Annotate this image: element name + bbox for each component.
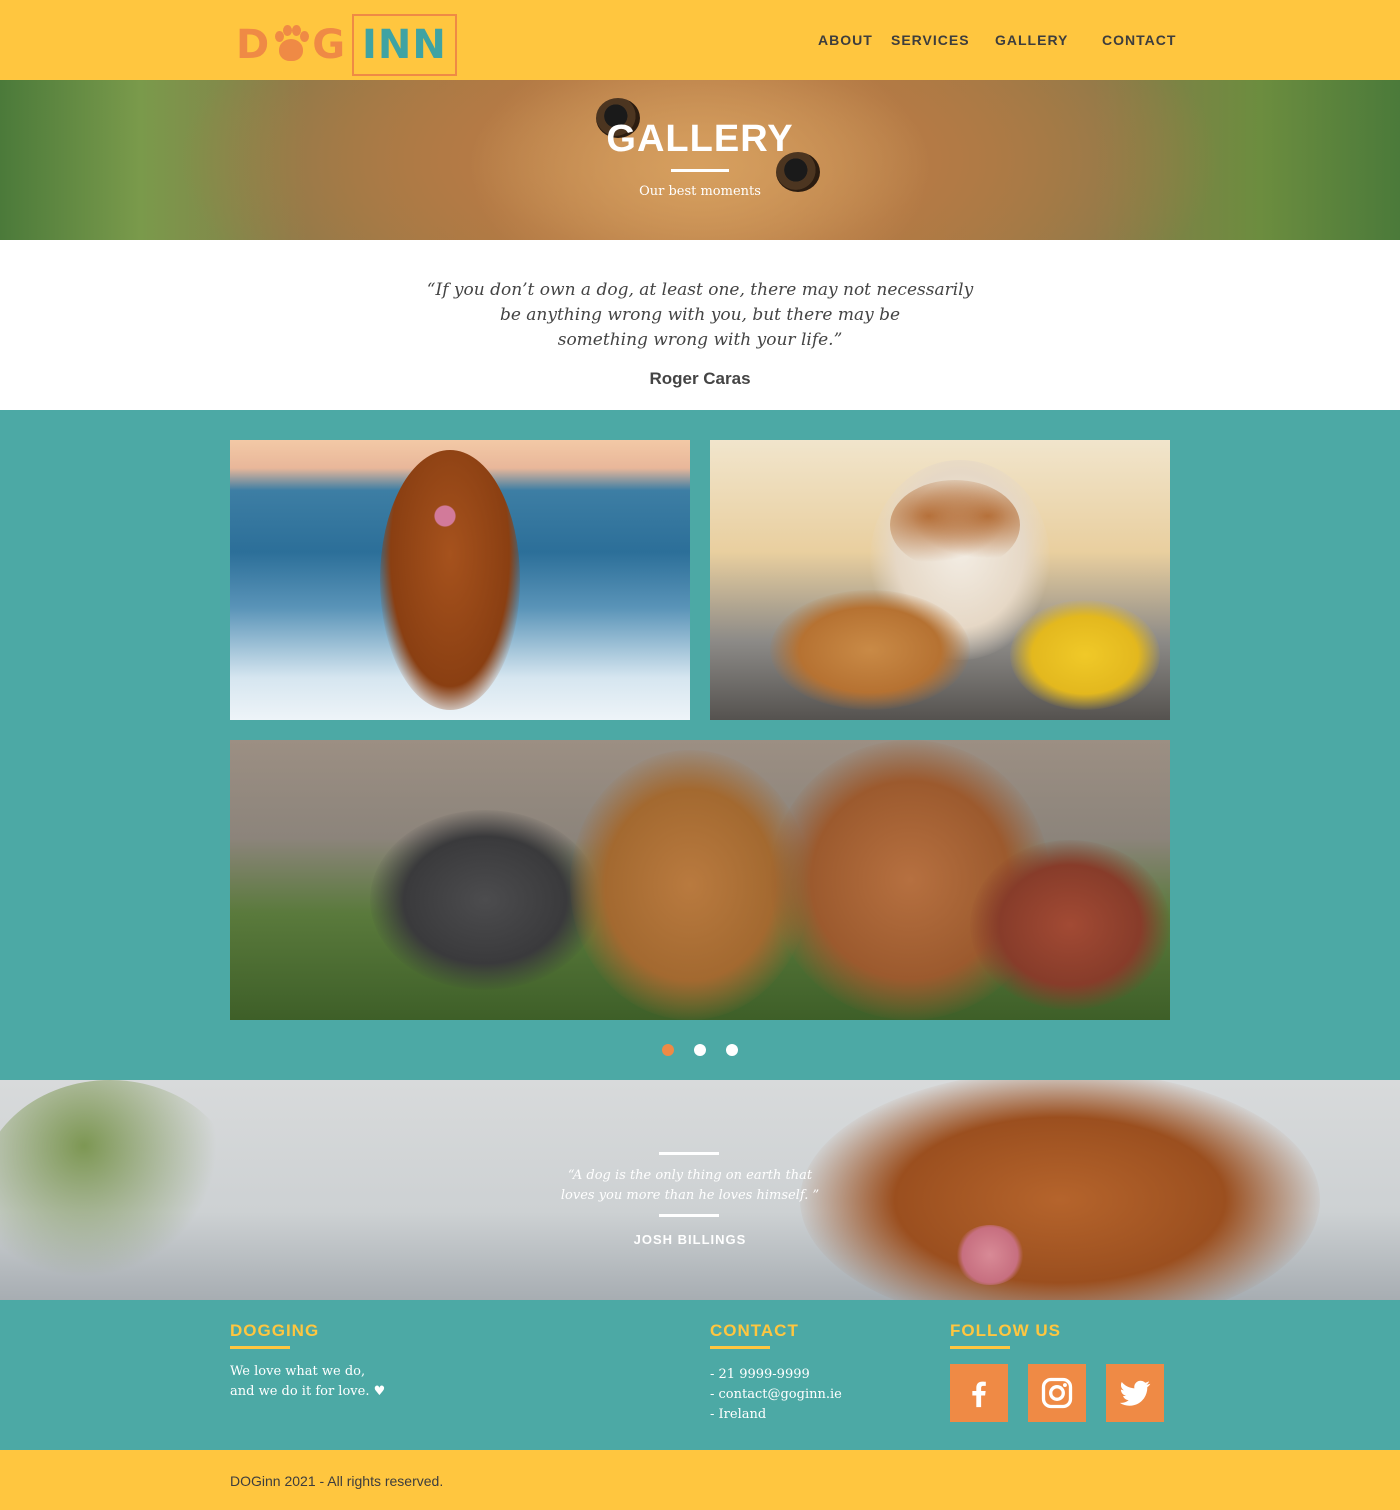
carousel-dots xyxy=(0,1044,1400,1056)
footer-about-title: DOGGING xyxy=(230,1321,320,1340)
banner-quote-author: JOSH BILLINGS xyxy=(633,1232,747,1247)
contact-email[interactable]: - contact@goginn.ie xyxy=(710,1385,842,1405)
plush-toy-shape xyxy=(770,590,970,710)
dog-beach-photo[interactable] xyxy=(230,440,690,720)
site-footer: DOGGING We love what we do, and we do it… xyxy=(0,1300,1400,1450)
autumn-bush-shape xyxy=(970,840,1170,1010)
yellow-toy-shape xyxy=(1010,600,1160,710)
dog-tongue-shape xyxy=(410,480,480,540)
quote-banner: “A dog is the only thing on earth that l… xyxy=(0,1080,1400,1300)
contact-phone[interactable]: - 21 9999-9999 xyxy=(710,1365,842,1385)
nav-gallery[interactable]: GALLERY xyxy=(995,32,1068,48)
quote-line: something wrong with your life.” xyxy=(557,330,843,350)
paw-icon xyxy=(271,25,311,65)
puppy-toys-photo[interactable] xyxy=(710,440,1170,720)
page-title: GALLERY xyxy=(606,118,794,160)
gallery-section xyxy=(0,410,1400,1080)
twitter-icon xyxy=(1119,1380,1151,1406)
instagram-button[interactable] xyxy=(1028,1364,1086,1422)
site-logo[interactable]: D G INN xyxy=(236,14,457,76)
footer-title-underline xyxy=(950,1346,1010,1349)
quote-line: be anything wrong with you, but there ma… xyxy=(499,305,901,325)
grey-dog-shape xyxy=(370,810,600,990)
copyright-text: DOGinn 2021 - All rights reserved. xyxy=(230,1473,444,1489)
title-underline xyxy=(671,169,729,172)
carousel-dot-2[interactable] xyxy=(694,1044,706,1056)
facebook-icon xyxy=(972,1381,986,1408)
footer-text-line: and we do it for love. ♥ xyxy=(230,1384,386,1399)
footer-about-text: We love what we do, and we do it for lov… xyxy=(230,1362,385,1402)
plant-shape xyxy=(0,1080,240,1300)
dog-nose-shape xyxy=(955,1225,1025,1285)
contact-country: - Ireland xyxy=(710,1407,767,1422)
quote-line: “If you don’t own a dog, at least one, t… xyxy=(426,280,974,300)
logo-letter-g: G xyxy=(312,22,347,68)
featured-quote: “If you don’t own a dog, at least one, t… xyxy=(400,278,1000,353)
banner-quote-line: “A dog is the only thing on earth that xyxy=(567,1168,813,1183)
quote-divider-bottom xyxy=(659,1214,719,1217)
site-header: D G INN ABOUT SERVICES GALLERY CONTACT xyxy=(0,0,1400,80)
footer-follow-title: FOLLOW US xyxy=(950,1321,1061,1340)
instagram-icon xyxy=(1041,1377,1073,1409)
logo-inn-text: INN xyxy=(352,14,457,76)
footer-title-underline xyxy=(710,1346,770,1349)
facebook-button[interactable] xyxy=(950,1364,1008,1422)
page-subtitle: Our best moments xyxy=(639,184,761,199)
nav-services[interactable]: SERVICES xyxy=(891,32,970,48)
dog-face-shape xyxy=(800,1080,1320,1300)
twitter-button[interactable] xyxy=(1106,1364,1164,1422)
copyright-bar: DOGinn 2021 - All rights reserved. xyxy=(0,1450,1400,1510)
nav-contact[interactable]: CONTACT xyxy=(1102,32,1176,48)
carousel-dot-3[interactable] xyxy=(726,1044,738,1056)
logo-letter-d: D xyxy=(236,22,271,68)
hero-banner: GALLERY Our best moments xyxy=(0,80,1400,240)
footer-text-line: We love what we do, xyxy=(230,1364,366,1379)
logo-dog-text: D G xyxy=(236,22,346,68)
quote-author: Roger Caras xyxy=(649,369,751,388)
banner-quote-line: loves you more than he loves himself. ” xyxy=(560,1188,820,1203)
dogs-running-photo[interactable] xyxy=(230,740,1170,1020)
puppy-ears-shape xyxy=(890,480,1020,570)
footer-contact-title: CONTACT xyxy=(710,1321,799,1340)
banner-quote: “A dog is the only thing on earth that l… xyxy=(540,1166,840,1206)
nav-about[interactable]: ABOUT xyxy=(818,32,873,48)
quote-divider-top xyxy=(659,1152,719,1155)
footer-title-underline xyxy=(230,1346,290,1349)
carousel-dot-1[interactable] xyxy=(662,1044,674,1056)
footer-contact-list: - 21 9999-9999 - contact@goginn.ie - Ire… xyxy=(710,1365,842,1425)
